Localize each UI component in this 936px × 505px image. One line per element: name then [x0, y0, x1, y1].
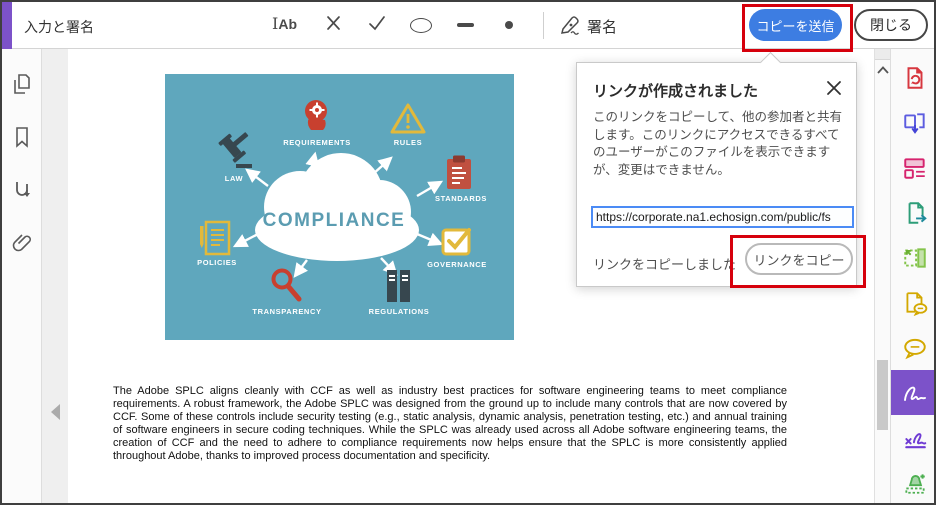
popup-title: リンクが作成されました	[593, 83, 759, 100]
share-link-input[interactable]	[591, 206, 854, 228]
diagram-node-label: REQUIREMENTS	[283, 138, 351, 147]
toolbar-divider	[543, 12, 544, 39]
magnifier-icon	[267, 267, 305, 310]
toolbar-title: 入力と署名	[24, 19, 94, 35]
stamp-icon[interactable]	[902, 470, 928, 496]
document-icon	[197, 218, 233, 263]
copy-link-button[interactable]: リンクをコピー	[745, 243, 853, 275]
diagram-node-label: STANDARDS	[435, 194, 487, 203]
navigation-sidebar	[2, 49, 42, 503]
diagram-node-label: RULES	[393, 138, 423, 147]
text-tool-label: Ab	[278, 16, 297, 32]
scrollbar-top-box	[875, 49, 890, 60]
clipboard-icon	[442, 154, 476, 197]
checkbox-icon	[439, 224, 475, 263]
page-thumbnails-icon[interactable]	[10, 72, 34, 96]
active-tool-accent-bar	[2, 2, 12, 49]
close-button[interactable]: 閉じる	[854, 9, 928, 41]
page-jump-icon[interactable]	[10, 178, 34, 202]
diagram-node-label: LAW	[224, 174, 244, 183]
diagram-center-label: COMPLIANCE	[262, 210, 406, 231]
link-copied-status: リンクをコピーしました	[593, 257, 737, 272]
fill-sign-toolbar: 入力と署名 IAb 署名 コピーを送信 閉じる	[2, 2, 934, 49]
acrobat-window: 入力と署名 IAb 署名 コピーを送信 閉じる COMPLIANCE LAW R…	[0, 0, 936, 505]
edit-pdf-icon[interactable]	[902, 155, 928, 181]
circle-icon[interactable]	[410, 18, 432, 33]
check-mark-icon[interactable]	[366, 12, 388, 39]
dot-icon[interactable]	[505, 21, 513, 29]
warning-triangle-icon	[389, 102, 427, 141]
cross-mark-icon[interactable]	[324, 12, 344, 39]
diagram-node-label: GOVERNANCE	[427, 260, 487, 269]
tools-panel	[890, 49, 934, 503]
diagram-node-label: TRANSPARENCY	[252, 307, 322, 316]
popup-description: このリンクをコピーして、他の参加者と共有します。このリンクにアクセスできるすべて…	[593, 110, 843, 177]
close-icon[interactable]	[826, 80, 842, 96]
pen-nib-icon[interactable]	[559, 14, 583, 41]
link-created-popup: リンクが作成されました このリンクをコピーして、他の参加者と共有します。このリン…	[576, 51, 866, 288]
bookmarks-icon[interactable]	[10, 125, 34, 149]
document-scrollbar[interactable]	[874, 49, 890, 503]
panel-collapse-arrow-icon[interactable]	[51, 404, 60, 420]
head-gears-icon	[299, 98, 335, 141]
text-insert-icon[interactable]: IAb	[272, 14, 297, 34]
combine-files-icon[interactable]	[902, 110, 928, 136]
gavel-icon	[214, 132, 258, 179]
comment-icon[interactable]	[902, 335, 928, 361]
attachments-icon[interactable]	[10, 230, 34, 254]
sign-button[interactable]: 署名	[587, 16, 617, 37]
binders-icon	[381, 266, 417, 311]
organize-pages-icon[interactable]	[902, 245, 928, 271]
dash-icon[interactable]	[457, 23, 474, 27]
scrollbar-thumb[interactable]	[877, 360, 888, 430]
fill-and-sign-icon[interactable]	[891, 370, 934, 415]
request-signatures-icon[interactable]	[902, 425, 928, 451]
scroll-up-icon[interactable]	[877, 61, 889, 79]
diagram-node-label: REGULATIONS	[368, 307, 430, 316]
export-pdf-icon[interactable]	[902, 200, 928, 226]
document-paragraph: The Adobe SPLC aligns cleanly with CCF a…	[113, 385, 787, 462]
create-pdf-icon[interactable]	[902, 65, 928, 91]
send-for-comments-icon[interactable]	[902, 290, 928, 317]
compliance-diagram-image: COMPLIANCE LAW REQUIREMENTS RULES STANDA…	[165, 74, 514, 340]
cloud-and-arrows	[232, 151, 444, 278]
send-copy-button[interactable]: コピーを送信	[749, 9, 842, 41]
diagram-node-label: POLICIES	[197, 258, 237, 267]
